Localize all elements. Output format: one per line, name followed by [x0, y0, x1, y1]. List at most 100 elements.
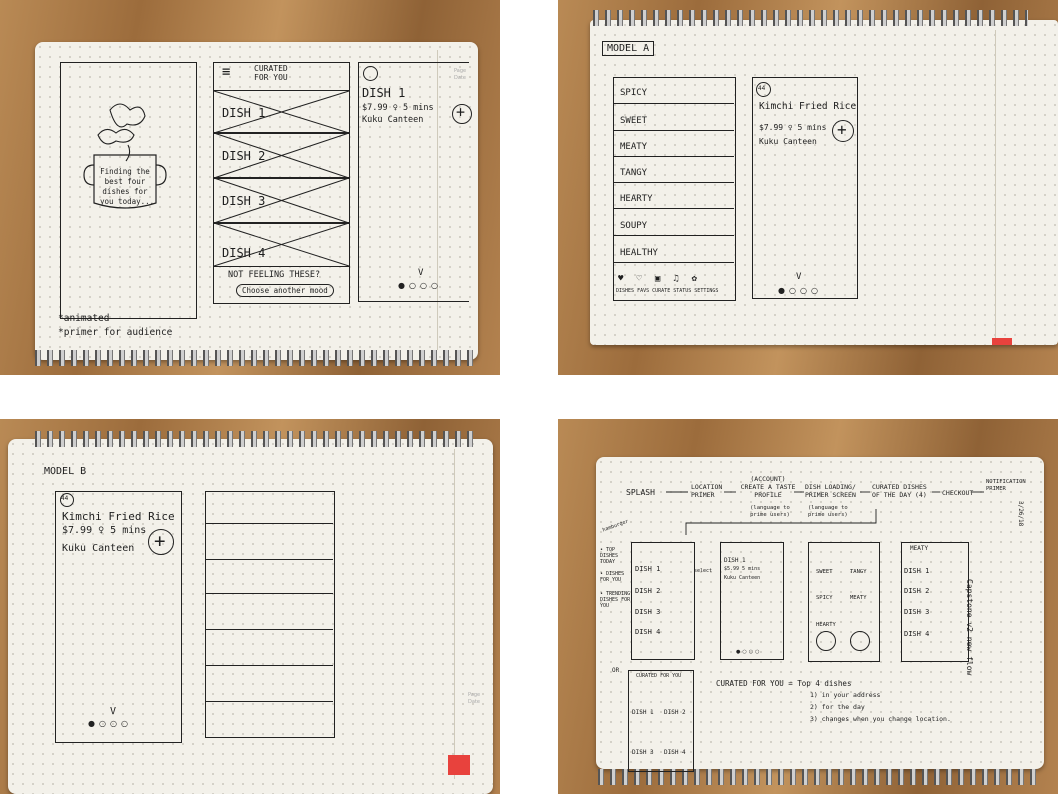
mood-item[interactable]: SOUPY	[620, 221, 647, 231]
dish-name: Kimchi Fried Rice	[759, 101, 857, 112]
grid-dish: DISH 1	[632, 709, 654, 716]
plus-icon: +	[456, 103, 466, 121]
divider	[205, 559, 333, 560]
divider	[205, 629, 333, 630]
page-margin	[995, 30, 996, 340]
mood-circle	[816, 631, 836, 651]
tab-curate[interactable]: CURATE	[652, 288, 670, 294]
badge-number: 44	[758, 85, 766, 92]
detail-meta: $7.99 ♀ 5 mins	[362, 103, 434, 113]
date-label: Date	[468, 699, 480, 705]
divider	[613, 182, 734, 183]
splash-loading-text: Finding the best four dishes for you today…	[100, 167, 155, 206]
mood-circle	[850, 631, 870, 651]
mood-item[interactable]: HEARTY	[620, 194, 653, 204]
divider	[613, 235, 734, 236]
mood-item[interactable]: SPICY	[620, 88, 647, 98]
page-label: Page	[468, 692, 481, 698]
screen-dish: DISH 2	[635, 587, 661, 595]
tab-bar-labels: DISHES FAVS CURATE STATUS SETTINGS	[616, 288, 718, 294]
def-item: 2) for the day	[810, 703, 865, 711]
divider	[205, 593, 333, 594]
page-tab	[992, 338, 1012, 345]
tab-icons: ♥♡▣♫✿	[618, 274, 711, 284]
dish-placeholder	[213, 222, 350, 267]
chevron-down-icon[interactable]: V	[418, 268, 423, 278]
def-item: 3) changes when you change location.	[810, 715, 951, 723]
tab-status[interactable]: STATUS	[673, 288, 691, 294]
choose-mood-button[interactable]: Choose another mood	[236, 284, 334, 297]
notebook-spiral	[593, 10, 1028, 26]
tab-settings[interactable]: SETTINGS	[694, 288, 718, 294]
grid-dish: DISH 4	[664, 749, 686, 756]
curated-small: CURATED FOR YOU	[636, 673, 682, 679]
mood-item[interactable]: TANGY	[620, 168, 647, 178]
dish-label[interactable]: DISH 1	[222, 106, 265, 120]
model-title: MODEL A	[602, 41, 655, 56]
tab-favs[interactable]: FAVS	[637, 288, 649, 294]
grid-dish: DISH 2	[664, 709, 686, 716]
mood-item[interactable]: SWEET	[620, 116, 647, 126]
page-margin	[454, 449, 455, 779]
hamburger-icon[interactable]: ≡	[222, 64, 230, 80]
dish-label[interactable]: DISH 3	[222, 194, 265, 208]
model-title: MODEL B	[44, 466, 87, 477]
dish-label[interactable]: DISH 4	[222, 246, 265, 260]
meaty-item: DISH 3	[904, 608, 930, 616]
screen-dish: DISH 4	[635, 628, 661, 636]
dish-place: Kuku Canteen	[62, 543, 135, 554]
date-note: 3/26/18	[1017, 501, 1024, 527]
mood-grid-item: MEATY	[850, 595, 867, 601]
screen-detail: DISH 1	[724, 557, 746, 564]
left-note: • DISHES FOR YOU	[600, 571, 625, 583]
detail-title: DISH 1	[362, 86, 406, 100]
divider	[613, 103, 734, 104]
screen-dish: DISH 1	[635, 565, 661, 573]
plus-icon: +	[837, 120, 847, 139]
mood-grid-item: HEARTY	[816, 622, 836, 628]
divider	[205, 665, 333, 666]
dish-place: Kuku Canteen	[759, 137, 817, 146]
notebook-spiral	[35, 431, 475, 447]
divider	[613, 156, 734, 157]
mood-item[interactable]: HEALTHY	[620, 248, 658, 258]
mood-grid-item: TANGY	[850, 569, 867, 575]
plus-icon: +	[154, 530, 166, 552]
divider	[613, 208, 734, 209]
screen-dish: DISH 3	[635, 608, 661, 616]
photo-quadrant-1: Page Date Finding the best four dishes fo…	[0, 0, 500, 375]
left-note: • TRENDING DISHES FOR YOU	[600, 591, 631, 609]
tab-dishes[interactable]: DISHES	[616, 288, 634, 294]
meaty-item: DISH 1	[904, 567, 930, 575]
left-note: • TOP DISHES TODAY	[600, 547, 619, 565]
dish-meta: $7.99 ♀ 5 mins	[62, 525, 147, 536]
side-note: Capstone v2 new flow	[965, 579, 974, 676]
photo-quadrant-2: MODEL A SPICY SWEET MEATY TANGY HEARTY S…	[558, 0, 1058, 375]
not-feeling-text: NOT FEELING THESE?	[228, 270, 321, 280]
curated-header: CURATED FOR YOU	[254, 64, 288, 82]
meaty-list-sketch	[901, 542, 969, 662]
divider	[613, 130, 734, 131]
mood-item[interactable]: MEATY	[620, 142, 647, 152]
def-item: 1) in your address	[810, 691, 881, 699]
curated-definition: CURATED FOR YOU = Top 4 dishes	[716, 679, 852, 688]
chevron-down-icon[interactable]: V	[110, 706, 116, 717]
pager-dots: ●○○○	[398, 281, 442, 290]
notebook-spiral	[35, 350, 478, 366]
badge-number: 44	[61, 495, 69, 502]
mood-grid-item: SWEET	[816, 569, 833, 575]
divider	[205, 701, 333, 702]
meaty-item: DISH 2	[904, 587, 930, 595]
detail-place: Kuku Canteen	[362, 115, 424, 125]
back-icon[interactable]	[363, 66, 378, 81]
select-note: select	[694, 568, 713, 574]
screen-detail: $5.99 5 mins	[724, 566, 761, 572]
meaty-item: MEATY	[910, 545, 929, 552]
screen-detail: Kuku Canteen	[724, 575, 761, 581]
pager-dots: ●○○○	[778, 286, 822, 295]
chevron-down-icon[interactable]: V	[796, 272, 801, 282]
page-date-label: Page Date	[468, 692, 480, 706]
or-label: OR	[612, 667, 620, 674]
dish-label[interactable]: DISH 2	[222, 149, 265, 163]
photo-quadrant-3: Page Date MODEL B 44 Kimchi Fried Rice $…	[0, 419, 500, 794]
